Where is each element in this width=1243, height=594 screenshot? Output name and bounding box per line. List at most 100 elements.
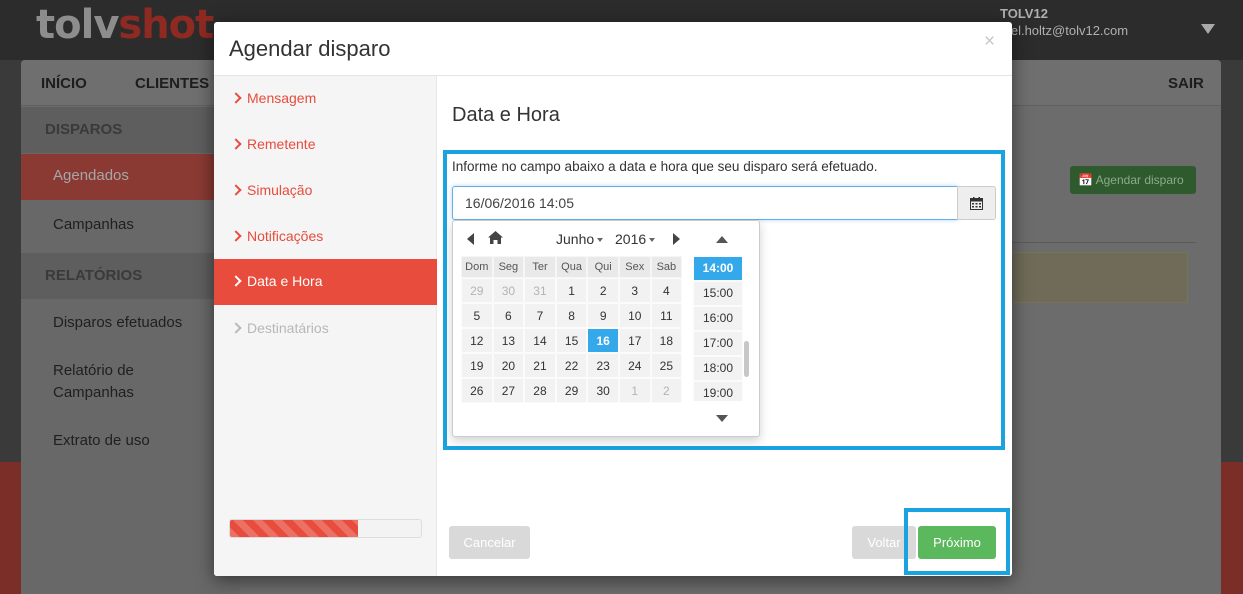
calendar-day[interactable]: 9 <box>587 303 619 328</box>
footer-band-left <box>0 462 21 594</box>
warning-alert <box>1011 252 1188 303</box>
step-label: Remetente <box>247 136 316 152</box>
calendar-day[interactable]: 25 <box>650 353 683 378</box>
time-option[interactable]: 18:00 <box>693 356 743 381</box>
month-select[interactable]: Junho <box>556 231 604 247</box>
calendar-day[interactable]: 18 <box>650 328 683 353</box>
sidebar-item-relatorio-campanhas[interactable]: Relatório de Campanhas <box>53 360 134 404</box>
calendar-day[interactable]: 23 <box>587 353 619 378</box>
sidebar-item-agendados[interactable]: Agendados <box>21 154 240 200</box>
calendar-day[interactable]: 31 <box>524 278 556 303</box>
divider <box>1011 242 1196 243</box>
weekday-header: Sex <box>618 256 651 278</box>
time-option[interactable]: 14:00 <box>693 256 743 281</box>
calendar-day[interactable]: 3 <box>618 278 651 303</box>
sidebar-item-disparos-efetuados[interactable]: Disparos efetuados <box>53 312 182 334</box>
wizard-progress-bar <box>229 519 422 538</box>
nav-inicio[interactable]: INÍCIO <box>41 75 87 92</box>
time-option[interactable]: 16:00 <box>693 306 743 331</box>
calendar-day[interactable]: 8 <box>555 303 588 328</box>
chevron-right-icon <box>230 230 242 242</box>
time-option[interactable]: 17:00 <box>693 331 743 356</box>
step-simulacao[interactable]: Simulação <box>214 168 437 214</box>
nav-sair[interactable]: SAIR <box>1168 75 1204 92</box>
calendar-day[interactable]: 20 <box>492 353 525 378</box>
time-scrollbar[interactable] <box>744 341 749 377</box>
calendar-day[interactable]: 4 <box>650 278 683 303</box>
year-label: 2016 <box>615 231 647 247</box>
time-option[interactable]: 19:00 <box>693 381 743 401</box>
sidebar-section-relatorios: RELATÓRIOS <box>45 267 143 284</box>
calendar-day[interactable]: 15 <box>555 328 588 353</box>
calendar-day[interactable]: 28 <box>524 378 556 403</box>
calendar-day[interactable]: 30 <box>587 378 619 403</box>
calendar-day[interactable]: 10 <box>618 303 651 328</box>
sidebar-item-extrato[interactable]: Extrato de uso <box>53 430 150 452</box>
datetime-hint: Informe no campo abaixo a data e hora qu… <box>452 159 878 174</box>
weekday-header: Qui <box>587 256 619 278</box>
calendar-grid: Dom Seg Ter Qua Qui Sex Sab 29 30 31 1 2 3 4 5 6… <box>461 256 683 403</box>
calendar-day[interactable]: 29 <box>461 278 493 303</box>
next-month-icon[interactable] <box>673 233 680 245</box>
calendar-day[interactable]: 17 <box>618 328 651 353</box>
calendar-day[interactable]: 21 <box>524 353 556 378</box>
user-email: fael.holtz@tolv12.com <box>1000 23 1129 38</box>
calendar-week-row: 26 27 28 29 30 1 2 <box>461 378 683 403</box>
agendar-disparo-button[interactable]: 📅 Agendar disparo <box>1070 166 1196 194</box>
step-mensagem[interactable]: Mensagem <box>214 76 437 122</box>
step-notificacoes[interactable]: Notificações <box>214 214 437 260</box>
sidebar-item-label: Campanhas <box>53 384 134 401</box>
calendar-day[interactable]: 27 <box>492 378 525 403</box>
month-label: Junho <box>556 231 595 247</box>
sidebar-section-disparos: DISPAROS <box>45 121 123 138</box>
time-down-arrow-icon[interactable] <box>716 415 728 422</box>
time-up-arrow-icon[interactable] <box>716 236 728 243</box>
step-data-e-hora[interactable]: Data e Hora <box>214 259 437 305</box>
calendar-day[interactable]: 6 <box>492 303 525 328</box>
calendar-icon[interactable] <box>957 186 996 220</box>
caret-down-icon <box>597 238 604 242</box>
calendar-day[interactable]: 24 <box>618 353 651 378</box>
calendar-day[interactable]: 16 <box>587 328 619 353</box>
calendar-day[interactable]: 7 <box>524 303 556 328</box>
time-option[interactable]: 15:00 <box>693 281 743 306</box>
calendar-day[interactable]: 12 <box>461 328 493 353</box>
calendar-day[interactable]: 2 <box>650 378 683 403</box>
step-label: Simulação <box>247 182 313 198</box>
home-icon[interactable] <box>488 231 503 249</box>
calendar-day[interactable]: 11 <box>650 303 683 328</box>
time-list: 14:00 15:00 16:00 17:00 18:00 19:00 <box>693 256 750 401</box>
datetime-input[interactable] <box>452 186 958 220</box>
sidebar-item-campanhas[interactable]: Campanhas <box>53 214 134 236</box>
step-remetente[interactable]: Remetente <box>214 122 437 168</box>
calendar-day[interactable]: 19 <box>461 353 493 378</box>
weekday-header: Qua <box>555 256 588 278</box>
next-button[interactable]: Próximo <box>918 526 996 559</box>
prev-month-icon[interactable] <box>467 233 474 245</box>
nav-clientes[interactable]: CLIENTES <box>135 75 209 92</box>
app-logo[interactable]: tolvshot <box>36 2 214 48</box>
calendar-day[interactable]: 1 <box>618 378 651 403</box>
close-icon[interactable]: × <box>984 31 995 53</box>
calendar-day[interactable]: 13 <box>492 328 525 353</box>
logo-text-b: shot <box>118 2 214 48</box>
calendar-day[interactable]: 30 <box>492 278 525 303</box>
weekday-header: Dom <box>461 256 493 278</box>
section-title: Data e Hora <box>452 104 560 126</box>
year-select[interactable]: 2016 <box>615 231 656 247</box>
weekday-header: Seg <box>492 256 525 278</box>
calendar-day[interactable]: 5 <box>461 303 493 328</box>
calendar-day[interactable]: 22 <box>555 353 588 378</box>
modal-title: Agendar disparo <box>229 36 391 61</box>
step-label: Data e Hora <box>247 273 323 289</box>
calendar-week-row: 5 6 7 8 9 10 11 <box>461 303 683 328</box>
calendar-day[interactable]: 2 <box>587 278 619 303</box>
wizard-steps: Mensagem Remetente Simulação Notificaçõe… <box>214 76 437 576</box>
calendar-day[interactable]: 26 <box>461 378 493 403</box>
calendar-day[interactable]: 1 <box>555 278 588 303</box>
cancel-button[interactable]: Cancelar <box>449 526 530 559</box>
sidebar-item-label: Relatório de <box>53 362 134 379</box>
calendar-day[interactable]: 14 <box>524 328 556 353</box>
calendar-day[interactable]: 29 <box>555 378 588 403</box>
user-menu-caret-icon[interactable] <box>1201 24 1215 34</box>
